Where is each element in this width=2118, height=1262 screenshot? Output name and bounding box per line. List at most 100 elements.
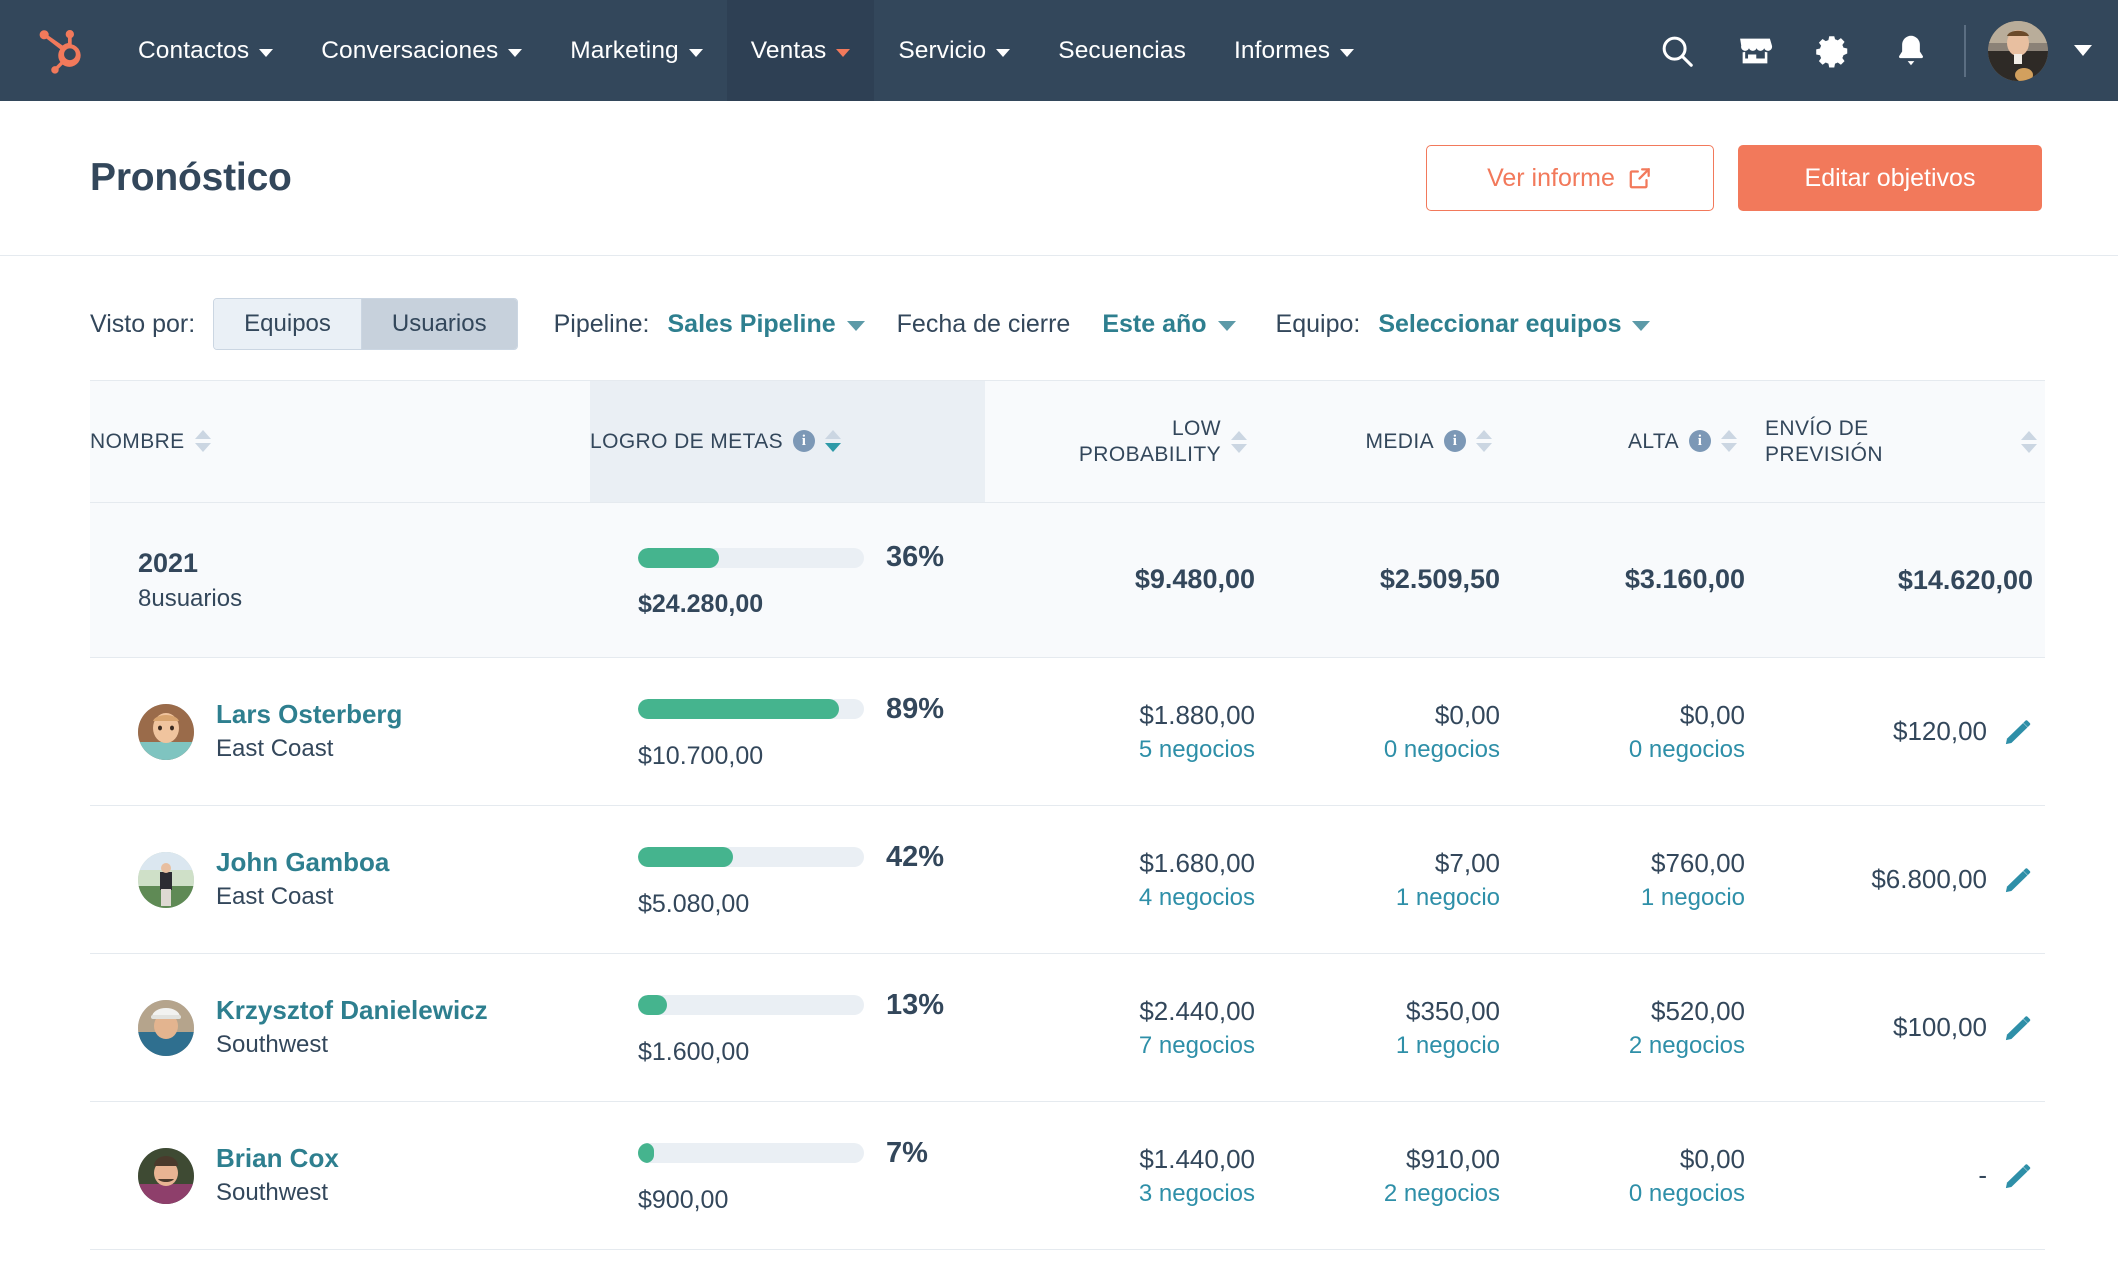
sort-control-nombre[interactable] <box>194 430 211 453</box>
nav-item-ventas[interactable]: Ventas <box>726 0 875 101</box>
column-label-media: MEDIA <box>1365 429 1434 453</box>
nav-item-secuencias[interactable]: Secuencias <box>1034 0 1210 101</box>
progress-bar-fill <box>638 547 720 568</box>
toggle-usuarios[interactable]: Usuarios <box>360 299 517 349</box>
column-header-media[interactable]: MEDIA i <box>1255 380 1500 503</box>
info-icon[interactable]: i <box>1444 430 1466 453</box>
nav-item-marketing[interactable]: Marketing <box>546 0 726 101</box>
user-name-link[interactable]: Lars Osterberg <box>216 699 402 731</box>
low-deals-link[interactable]: 7 negocios <box>986 1032 1255 1060</box>
user-media-cell: $7,00 1 negocio <box>1255 805 1500 954</box>
envio-value: $100,00 <box>1893 1012 1987 1042</box>
pipeline-select[interactable]: Sales Pipeline <box>668 310 865 339</box>
column-header-alta[interactable]: ALTA i <box>1500 380 1745 503</box>
chevron-down-icon <box>1340 48 1355 57</box>
nav-item-servicio[interactable]: Servicio <box>874 0 1034 101</box>
view-mode-toggle: Equipos Usuarios <box>213 298 518 350</box>
team-select[interactable]: Seleccionar equipos <box>1378 310 1651 339</box>
account-menu-chevron-down-icon[interactable] <box>2074 45 2092 56</box>
progress-bar-fill <box>638 847 733 867</box>
goal-percent: 7% <box>886 1136 928 1169</box>
user-team: East Coast <box>216 882 334 910</box>
low-deals-link[interactable]: 4 negocios <box>986 884 1255 912</box>
view-report-button[interactable]: Ver informe <box>1426 145 1714 211</box>
user-envio-cell: $100,00 <box>1745 953 2045 1102</box>
envio-value: $6.800,00 <box>1871 864 1987 894</box>
alta-value: $0,00 <box>1679 699 1745 730</box>
edit-pencil-icon[interactable] <box>2003 717 2033 747</box>
avatar[interactable] <box>1988 20 2048 81</box>
column-header-low-probability[interactable]: LOW PROBABILITY <box>985 380 1255 503</box>
media-deals-link[interactable]: 0 negocios <box>1256 736 1500 764</box>
edit-pencil-icon[interactable] <box>2003 1161 2033 1191</box>
avatar <box>138 703 194 760</box>
info-icon[interactable]: i <box>793 430 816 453</box>
page-header: Pronóstico Ver informe Editar objetivos <box>0 101 2118 256</box>
nav-item-label: Secuencias <box>1058 36 1186 64</box>
nav-item-conversaciones[interactable]: Conversaciones <box>297 0 546 101</box>
user-team: Southwest <box>216 1178 329 1206</box>
pipeline-value: Sales Pipeline <box>667 309 836 338</box>
summary-user-count: 8usuarios <box>138 585 243 613</box>
goal-amount: $24.280,00 <box>638 590 764 618</box>
goal-amount: $5.080,00 <box>638 889 750 918</box>
chevron-down-icon <box>846 321 865 331</box>
alta-deals-link[interactable]: 2 negocios <box>1501 1032 1745 1060</box>
team-label: Equipo: <box>1275 309 1361 338</box>
summary-low-cell: $9.480,00 <box>985 502 1255 658</box>
user-alta-cell: $520,00 2 negocios <box>1500 953 1745 1102</box>
nav-item-contactos[interactable]: Contactos <box>114 0 297 101</box>
search-icon[interactable] <box>1638 0 1716 101</box>
low-value: $1.440,00 <box>1139 1143 1255 1174</box>
media-deals-link[interactable]: 1 negocio <box>1256 884 1500 912</box>
alta-deals-link[interactable]: 0 negocios <box>1501 1180 1745 1208</box>
toggle-equipos[interactable]: Equipos <box>214 299 361 349</box>
nav-utility-icons <box>1638 0 2118 101</box>
hubspot-logo[interactable] <box>22 0 114 101</box>
envio-value: $120,00 <box>1893 716 1987 746</box>
media-deals-link[interactable]: 2 negocios <box>1256 1180 1500 1208</box>
user-media-cell: $0,00 0 negocios <box>1255 657 1500 806</box>
chevron-down-icon <box>688 48 703 57</box>
low-deals-link[interactable]: 5 negocios <box>986 736 1255 764</box>
sort-control-low-probability[interactable] <box>1231 430 1247 453</box>
column-header-nombre[interactable]: NOMBRE <box>90 380 590 503</box>
chevron-down-icon <box>508 48 523 57</box>
table-row[interactable]: Lars Osterberg East Coast 89% $10.700,00… <box>90 657 2045 806</box>
close-date-label[interactable]: Fecha de cierre <box>897 310 1071 339</box>
user-name-link[interactable]: Krzysztof Danielewicz <box>216 995 488 1027</box>
table-row[interactable]: Krzysztof Danielewicz Southwest 13% $1.6… <box>90 953 2045 1102</box>
table-header-row: NOMBRE LOGRO DE METAS i LOWPROBABILITY <box>90 380 2045 503</box>
low-deals-link[interactable]: 3 negocios <box>986 1180 1255 1208</box>
table-row[interactable]: John Gamboa East Coast 42% $5.080,00 $1.… <box>90 805 2045 954</box>
column-header-envio-de-prevision[interactable]: ENVÍO DE PREVISIÓN <box>1745 380 2045 503</box>
progress-bar <box>638 1143 864 1163</box>
media-deals-link[interactable]: 1 negocio <box>1256 1032 1500 1060</box>
user-envio-cell: $6.800,00 <box>1745 805 2045 954</box>
user-name-link[interactable]: Brian Cox <box>216 1143 339 1175</box>
sort-control-alta[interactable] <box>1721 430 1737 453</box>
sort-control-logro-de-metas[interactable] <box>825 430 842 453</box>
sort-control-envio-de-prevision[interactable] <box>2021 430 2037 453</box>
column-label-envio-de-prevision: ENVÍO DE PREVISIÓN <box>1765 416 1883 466</box>
progress-bar-fill <box>638 1143 654 1163</box>
settings-gear-icon[interactable] <box>1794 0 1872 101</box>
table-row[interactable]: Brian Cox Southwest 7% $900,00 $1.440,00… <box>90 1101 2045 1250</box>
alta-deals-link[interactable]: 0 negocios <box>1501 736 1745 764</box>
media-value: $350,00 <box>1406 995 1500 1026</box>
edit-pencil-icon[interactable] <box>2003 865 2033 895</box>
notifications-bell-icon[interactable] <box>1872 0 1950 101</box>
info-icon[interactable]: i <box>1689 430 1711 453</box>
column-header-logro-de-metas[interactable]: LOGRO DE METAS i <box>590 380 985 503</box>
nav-item-informes[interactable]: Informes <box>1210 0 1378 101</box>
date-range-select[interactable]: Este año <box>1102 310 1236 339</box>
edit-goals-button[interactable]: Editar objetivos <box>1738 145 2042 211</box>
edit-pencil-icon[interactable] <box>2003 1013 2033 1043</box>
summary-row: 2021 8usuarios 36% $24.280,00 $9.480,00 … <box>90 502 2045 658</box>
user-name-link[interactable]: John Gamboa <box>216 847 389 879</box>
marketplace-icon[interactable] <box>1716 0 1794 101</box>
progress-bar <box>638 699 864 719</box>
sort-control-media[interactable] <box>1476 430 1492 453</box>
summary-goal-cell: 36% $24.280,00 <box>590 502 985 658</box>
alta-deals-link[interactable]: 1 negocio <box>1501 884 1745 912</box>
